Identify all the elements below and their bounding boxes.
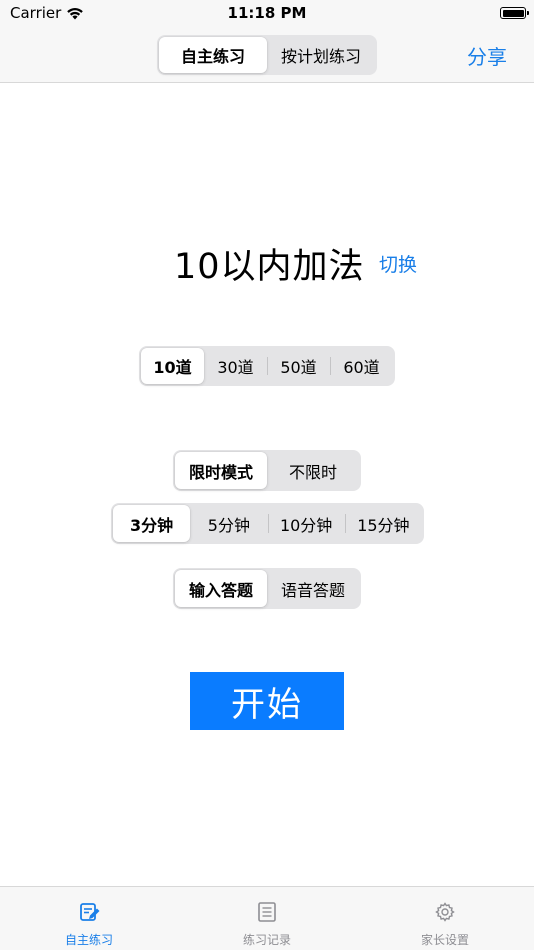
tab-bar: 自主练习 练习记录 家长设置 [0,886,534,950]
tab-label: 家长设置 [420,933,469,947]
nav-bar: 自主练习 按计划练习 分享 [0,28,534,83]
time-mode-segment: 限时模式 不限时 [173,450,361,491]
gear-icon [435,902,455,922]
tab-label: 自主练习 [64,933,113,947]
question-count-option[interactable]: 10道 [141,348,204,384]
tab-parent-settings[interactable]: 家长设置 [356,887,534,950]
answer-mode-segment: 输入答题 语音答题 [173,568,361,609]
duration-option[interactable]: 15分钟 [344,505,422,542]
duration-option[interactable]: 5分钟 [190,505,267,542]
status-bar: Carrier 11:18 PM [0,0,534,28]
practice-mode-segment: 自主练习 按计划练习 [157,35,377,75]
duration-option[interactable]: 10分钟 [267,505,345,542]
time-mode-option-limited[interactable]: 限时模式 [175,452,267,489]
answer-mode-option-voice[interactable]: 语音答题 [267,570,359,607]
tab-practice-record[interactable]: 练习记录 [178,887,356,950]
answer-mode-option-input[interactable]: 输入答题 [175,570,267,607]
segment-plan-practice[interactable]: 按计划练习 [267,37,375,73]
question-count-option[interactable]: 60道 [330,348,393,384]
time-mode-option-unlimited[interactable]: 不限时 [267,452,359,489]
exercise-title: 10以内加法 [174,247,365,287]
status-time: 11:18 PM [227,4,307,22]
practice-icon [80,903,100,921]
duration-option[interactable]: 3分钟 [113,505,191,542]
question-count-segment: 10道 30道 50道 60道 [139,346,395,386]
share-button[interactable]: 分享 [467,41,507,70]
segment-self-practice[interactable]: 自主练习 [159,37,267,73]
switch-exercise-button[interactable]: 切换 [379,250,417,277]
question-count-option[interactable]: 50道 [267,348,330,384]
question-count-option[interactable]: 30道 [204,348,267,384]
battery-icon [500,7,529,19]
tab-label: 练习记录 [242,933,291,947]
tab-self-practice[interactable]: 自主练习 [0,887,178,950]
duration-segment: 3分钟 5分钟 10分钟 15分钟 [111,503,424,544]
start-button[interactable]: 开始 [190,672,344,730]
record-list-icon [258,902,276,922]
